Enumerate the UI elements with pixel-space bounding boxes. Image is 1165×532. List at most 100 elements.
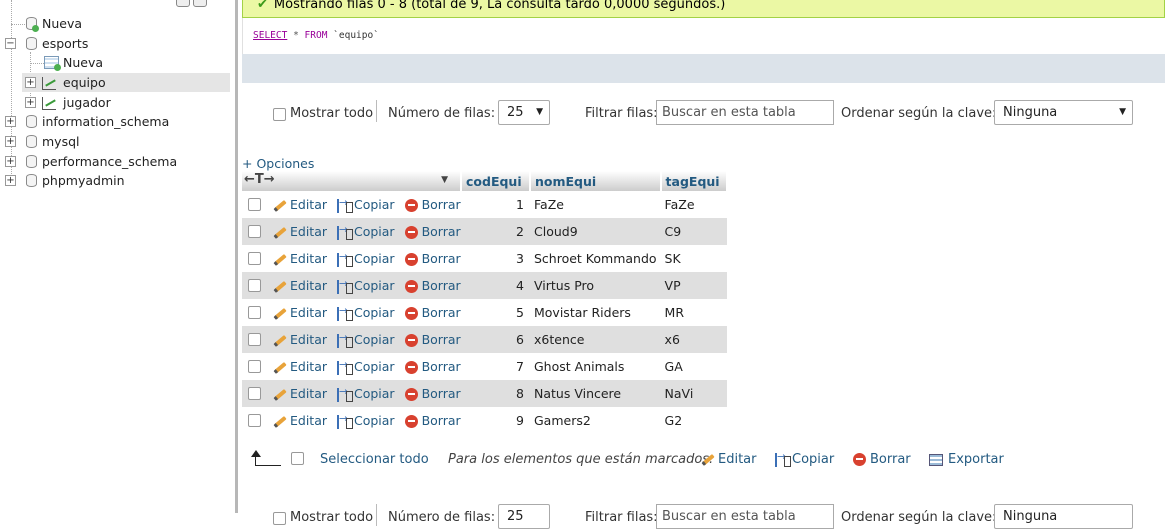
delete-link[interactable]: Borrar — [404, 197, 461, 213]
row-checkbox[interactable] — [248, 306, 261, 320]
chevron-down-icon[interactable]: ▼ — [441, 175, 448, 185]
copy-link[interactable]: Copiar — [336, 385, 395, 402]
show-all-checkbox[interactable] — [273, 108, 286, 121]
edit-link[interactable]: Editar — [273, 197, 327, 212]
expand-icon[interactable]: + — [25, 97, 36, 108]
row-checkbox[interactable] — [248, 198, 261, 212]
select-all-checkbox[interactable] — [291, 452, 304, 465]
bulk-copy-button[interactable]: Copiar — [775, 450, 834, 467]
column-header-tagequi[interactable]: tagEqui — [660, 171, 728, 191]
rows-select[interactable]: 25 ▼ — [498, 100, 550, 125]
delete-link[interactable]: Borrar — [404, 359, 461, 375]
bulk-delete-button[interactable]: Borrar — [853, 452, 911, 467]
row-checkbox[interactable] — [248, 333, 261, 347]
row-checkbox[interactable] — [248, 387, 261, 401]
copy-link[interactable]: Copiar — [336, 277, 395, 294]
nav-item-nueva-table[interactable]: Nueva — [0, 53, 235, 72]
nav-item-jugador[interactable]: + jugador — [22, 93, 230, 112]
nav-item-esports[interactable]: − esports — [0, 34, 235, 53]
sort-select[interactable]: Ninguna — [994, 504, 1133, 529]
copy-link[interactable]: Copiar — [336, 223, 395, 240]
copy-link[interactable]: Copiar — [336, 412, 395, 429]
copy-link[interactable]: Copiar — [336, 331, 395, 348]
cell-tagequi[interactable]: GA — [660, 353, 727, 380]
delete-link[interactable]: Borrar — [404, 224, 461, 240]
edit-link[interactable]: Editar — [273, 332, 327, 347]
row-checkbox[interactable] — [248, 279, 261, 293]
edit-link[interactable]: Editar — [273, 224, 327, 239]
row-checkbox[interactable] — [248, 225, 261, 239]
cell-tagequi[interactable]: MR — [660, 299, 727, 326]
cell-codequi[interactable]: 2 — [461, 218, 530, 245]
cell-nomequi[interactable]: Movistar Riders — [530, 299, 661, 326]
edit-link[interactable]: Editar — [273, 359, 327, 374]
cell-nomequi[interactable]: Cloud9 — [530, 218, 661, 245]
cell-codequi[interactable]: 9 — [461, 407, 530, 434]
cell-tagequi[interactable]: G2 — [660, 407, 727, 434]
column-header-nomequi[interactable]: nomEqui — [530, 171, 662, 191]
nav-item-information-schema[interactable]: + information_schema — [0, 112, 235, 131]
cell-nomequi[interactable]: Schroet Kommando — [530, 245, 661, 272]
cell-nomequi[interactable]: Virtus Pro — [530, 272, 661, 299]
cell-nomequi[interactable]: x6tence — [530, 326, 661, 353]
select-all-link[interactable]: Seleccionar todo — [320, 452, 429, 467]
link-icon[interactable] — [193, 0, 207, 7]
cell-tagequi[interactable]: SK — [660, 245, 727, 272]
delete-link[interactable]: Borrar — [404, 251, 461, 267]
edit-link[interactable]: Editar — [273, 386, 327, 401]
cell-codequi[interactable]: 4 — [461, 272, 530, 299]
column-width-arrows-icon[interactable]: ←T→ — [244, 172, 275, 187]
cell-tagequi[interactable]: x6 — [660, 326, 727, 353]
expand-icon[interactable]: + — [5, 136, 16, 147]
sort-select[interactable]: Ninguna ▼ — [994, 100, 1133, 125]
column-header-codequi[interactable]: codEqui — [461, 171, 531, 191]
nav-item-phpmyadmin[interactable]: + phpmyadmin — [0, 171, 235, 190]
delete-link[interactable]: Borrar — [404, 413, 461, 429]
expand-icon[interactable]: + — [5, 116, 16, 127]
edit-link[interactable]: Editar — [273, 251, 327, 266]
nav-item-nueva-server[interactable]: Nueva — [0, 14, 235, 33]
cell-tagequi[interactable]: C9 — [660, 218, 727, 245]
filter-input[interactable]: Buscar en esta tabla — [656, 100, 834, 125]
collapse-icon[interactable]: − — [5, 38, 16, 49]
collapse-all-icon[interactable] — [176, 0, 190, 7]
sql-select-keyword[interactable]: SELECT — [253, 30, 287, 41]
copy-link[interactable]: Copiar — [336, 196, 395, 213]
options-link[interactable]: + Opciones — [242, 156, 314, 171]
rows-select[interactable]: 25 — [498, 504, 550, 529]
bulk-export-button[interactable]: Exportar — [929, 452, 1004, 467]
cell-tagequi[interactable]: VP — [660, 272, 727, 299]
copy-link[interactable]: Copiar — [336, 250, 395, 267]
cell-tagequi[interactable]: FaZe — [660, 191, 727, 218]
row-checkbox[interactable] — [248, 360, 261, 374]
show-all-checkbox[interactable] — [273, 512, 286, 525]
cell-nomequi[interactable]: Ghost Animals — [530, 353, 661, 380]
cell-codequi[interactable]: 7 — [461, 353, 530, 380]
expand-icon[interactable]: + — [5, 156, 16, 167]
cell-nomequi[interactable]: FaZe — [530, 191, 661, 218]
delete-link[interactable]: Borrar — [404, 305, 461, 321]
copy-link[interactable]: Copiar — [336, 304, 395, 321]
expand-icon[interactable]: + — [25, 77, 36, 88]
nav-item-equipo[interactable]: + equipo — [22, 73, 230, 92]
bulk-edit-button[interactable]: Editar — [701, 452, 757, 467]
delete-link[interactable]: Borrar — [404, 278, 461, 294]
nav-item-performance-schema[interactable]: + performance_schema — [0, 152, 235, 171]
copy-link[interactable]: Copiar — [336, 358, 395, 375]
cell-nomequi[interactable]: Gamers2 — [530, 407, 661, 434]
cell-codequi[interactable]: 8 — [461, 380, 530, 407]
cell-tagequi[interactable]: NaVi — [660, 380, 727, 407]
row-checkbox[interactable] — [248, 414, 261, 428]
edit-link[interactable]: Editar — [273, 278, 327, 293]
cell-nomequi[interactable]: Natus Vincere — [530, 380, 661, 407]
cell-codequi[interactable]: 6 — [461, 326, 530, 353]
cell-codequi[interactable]: 1 — [461, 191, 530, 218]
cell-codequi[interactable]: 5 — [461, 299, 530, 326]
edit-link[interactable]: Editar — [273, 305, 327, 320]
expand-icon[interactable]: + — [5, 175, 16, 186]
cell-codequi[interactable]: 3 — [461, 245, 530, 272]
delete-link[interactable]: Borrar — [404, 386, 461, 402]
filter-input[interactable]: Buscar en esta tabla — [656, 504, 834, 529]
delete-link[interactable]: Borrar — [404, 332, 461, 348]
nav-item-mysql[interactable]: + mysql — [0, 132, 235, 151]
